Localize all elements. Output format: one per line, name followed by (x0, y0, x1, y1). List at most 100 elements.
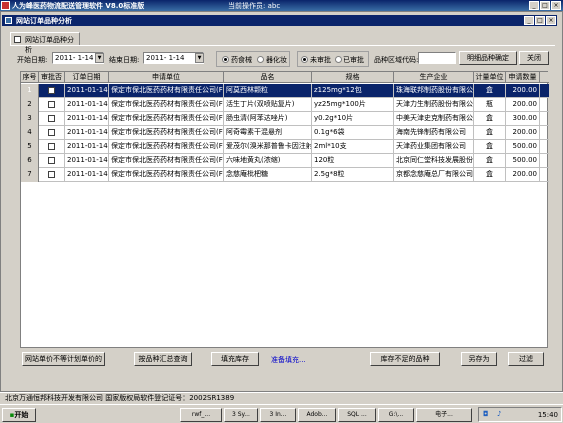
tab-order-analysis[interactable]: 网站订单品种分析 (10, 32, 80, 54)
table-row[interactable]: 3 2011-01-14 保定市保北医药药材有限责任公司(F) 肠虫清(阿苯达唑片) y… (21, 112, 549, 126)
cell-name: 六味地黄丸(浓缩) (224, 154, 312, 168)
col-header-uom[interactable]: 计量单位 (474, 72, 506, 83)
cell-uom: 盒 (474, 84, 506, 98)
cell-approved (39, 126, 65, 140)
cell-unit: 保定市保北医药药材有限责任公司(F) (109, 112, 224, 126)
minimize-icon[interactable]: _ (529, 1, 539, 10)
col-header-approved[interactable]: 审批否 (39, 72, 65, 83)
grid-header: 序号 审批否 订单日期 申请单位 品名 规格 生产企业 计量单位 申请数量 (21, 72, 549, 83)
start-date-dropdown-icon[interactable]: ▼ (95, 53, 104, 63)
task-2[interactable]: 3 Sy... (224, 408, 258, 422)
task-1-label: rwf_... (191, 411, 211, 418)
cell-qty: 200.00 (506, 84, 540, 98)
cell-no: 2 (21, 98, 39, 112)
cell-qty: 200.00 (506, 98, 540, 112)
col-header-name[interactable]: 品名 (224, 72, 312, 83)
unit-price-mismatch-button[interactable]: 网站单价不等计划单价的 (22, 352, 105, 366)
table-row[interactable]: 2 2011-01-14 保定市保北医药药材有限责任公司(F) 活生丁片(双喷贴复片)… (21, 98, 549, 112)
window-restore-icon[interactable]: □ (535, 16, 545, 25)
radio-drug-label: 药食械 (231, 56, 252, 64)
table-row[interactable]: 5 2011-01-14 保定市保北医药药材有限责任公司(F) 爱茂尔(溴米那普鲁卡因… (21, 140, 549, 154)
radio-cosmetic[interactable] (257, 56, 264, 63)
table-row[interactable]: 7 2011-01-14 保定市保北医药药材有限责任公司(F) 念慈庵枇杷糖 2.5g*… (21, 168, 549, 182)
approve-checkbox[interactable] (48, 87, 55, 94)
close-button[interactable]: 关闭 (519, 51, 549, 65)
summary-query-button[interactable]: 按品种汇总查询 (134, 352, 192, 366)
cell-unit: 保定市保北医药药材有限责任公司(F) (109, 98, 224, 112)
end-date-label: 结束日期: (109, 56, 140, 64)
cell-no: 7 (21, 168, 39, 182)
unit-price-mismatch-label: 网站单价不等计划单价的 (25, 355, 102, 363)
cell-unit: 保定市保北医药药材有限责任公司(F) (109, 126, 224, 140)
col-header-spec[interactable]: 规格 (312, 72, 394, 83)
clock[interactable]: 15:40 (538, 411, 558, 419)
radio-approved[interactable] (335, 56, 342, 63)
radio-drug[interactable] (222, 56, 229, 63)
close-icon[interactable]: × (551, 1, 561, 10)
approve-checkbox[interactable] (48, 157, 55, 164)
save-as-button[interactable]: 另存为 (461, 352, 497, 366)
cell-maker: 京都念慈庵总厂有限公司 (394, 168, 474, 182)
approve-checkbox[interactable] (48, 129, 55, 136)
task-1[interactable]: rwf_... (180, 408, 222, 422)
tab-divider (10, 45, 555, 46)
cell-uom: 盒 (474, 154, 506, 168)
approve-checkbox[interactable] (48, 171, 55, 178)
summary-query-label: 按品种汇总查询 (138, 355, 188, 363)
task-6[interactable]: G:\... (378, 408, 414, 422)
cell-qty: 500.00 (506, 154, 540, 168)
cell-qty: 200.00 (506, 168, 540, 182)
col-header-date[interactable]: 订单日期 (65, 72, 109, 83)
cell-date: 2011-01-14 (65, 98, 109, 112)
filter-button[interactable]: 过滤 (508, 352, 544, 366)
window-minimize-icon[interactable]: _ (524, 16, 534, 25)
maximize-icon[interactable]: □ (540, 1, 550, 10)
region-code-input[interactable] (418, 52, 456, 64)
task-3[interactable]: 3 In... (260, 408, 296, 422)
table-row[interactable]: 6 2011-01-14 保定市保北医药药材有限责任公司(F) 六味地黄丸(浓缩) 12… (21, 154, 549, 168)
volume-icon[interactable]: ♪ (497, 410, 501, 418)
cell-maker: 海南先锋制药有限公司 (394, 126, 474, 140)
table-row[interactable]: 4 2011-01-14 保定市保北医药药材有限责任公司(F) 阿奇霉素干混悬剂 0.1… (21, 126, 549, 140)
confirm-button[interactable]: 明细品种确定 (459, 51, 517, 65)
start-label: 开始 (14, 411, 29, 419)
cell-spec: 120粒 (312, 154, 394, 168)
task-5[interactable]: SQL ... (338, 408, 376, 422)
cell-maker: 天津力生制药股份有限公司 (394, 98, 474, 112)
registration-line: 北京万通恒邦科技开发有限公司 国家版权局软件登记证号：2002SR1389 (0, 392, 563, 404)
start-date-label: 开始日期: (17, 56, 48, 64)
cell-date: 2011-01-14 (65, 168, 109, 182)
cell-no: 1 (21, 84, 39, 98)
cell-unit: 保定市保北医药药材有限责任公司(F) (109, 140, 224, 154)
fill-stock-button[interactable]: 填充库存 (211, 352, 259, 366)
col-header-no[interactable]: 序号 (21, 72, 39, 83)
end-date-dropdown-icon[interactable]: ▼ (195, 53, 204, 63)
window-close-icon[interactable]: × (546, 16, 556, 25)
start-button[interactable]: ▪开始 (2, 408, 36, 422)
app-title-bar: 人为峰医药物流配送管理软件 V8.0标准版 当前操作员: abc _ □ × (0, 0, 563, 11)
cell-maker: 天津药业集团有限公司 (394, 140, 474, 154)
cell-unit: 保定市保北医药药材有限责任公司(F) (109, 84, 224, 98)
task-7[interactable]: 电子... (416, 408, 472, 422)
app-logo-icon (1, 1, 10, 10)
task-4[interactable]: Adob... (298, 408, 336, 422)
cell-date: 2011-01-14 (65, 126, 109, 140)
table-row[interactable]: 1 2011-01-14 保定市保北医药药材有限责任公司(F) 阿莫西林颗粒 z125m… (21, 84, 549, 98)
cell-spec: yz25mg*100片 (312, 98, 394, 112)
order-grid[interactable]: 序号 审批否 订单日期 申请单位 品名 规格 生产企业 计量单位 申请数量 12… (20, 71, 549, 348)
shortage-button[interactable]: 库存不足的品种 (370, 352, 440, 366)
radio-unapproved[interactable] (301, 56, 308, 63)
col-header-maker[interactable]: 生产企业 (394, 72, 474, 83)
approve-checkbox[interactable] (48, 115, 55, 122)
cell-approved (39, 154, 65, 168)
col-header-qty[interactable]: 申请数量 (506, 72, 540, 83)
cell-qty: 200.00 (506, 126, 540, 140)
network-icon[interactable]: ◘ (483, 410, 489, 418)
cell-date: 2011-01-14 (65, 154, 109, 168)
cell-spec: 2.5g*8粒 (312, 168, 394, 182)
approve-checkbox[interactable] (48, 101, 55, 108)
radio-unapproved-label: 未审批 (310, 56, 331, 64)
col-header-unit[interactable]: 申请单位 (109, 72, 224, 83)
approve-checkbox[interactable] (48, 143, 55, 150)
cell-approved (39, 98, 65, 112)
